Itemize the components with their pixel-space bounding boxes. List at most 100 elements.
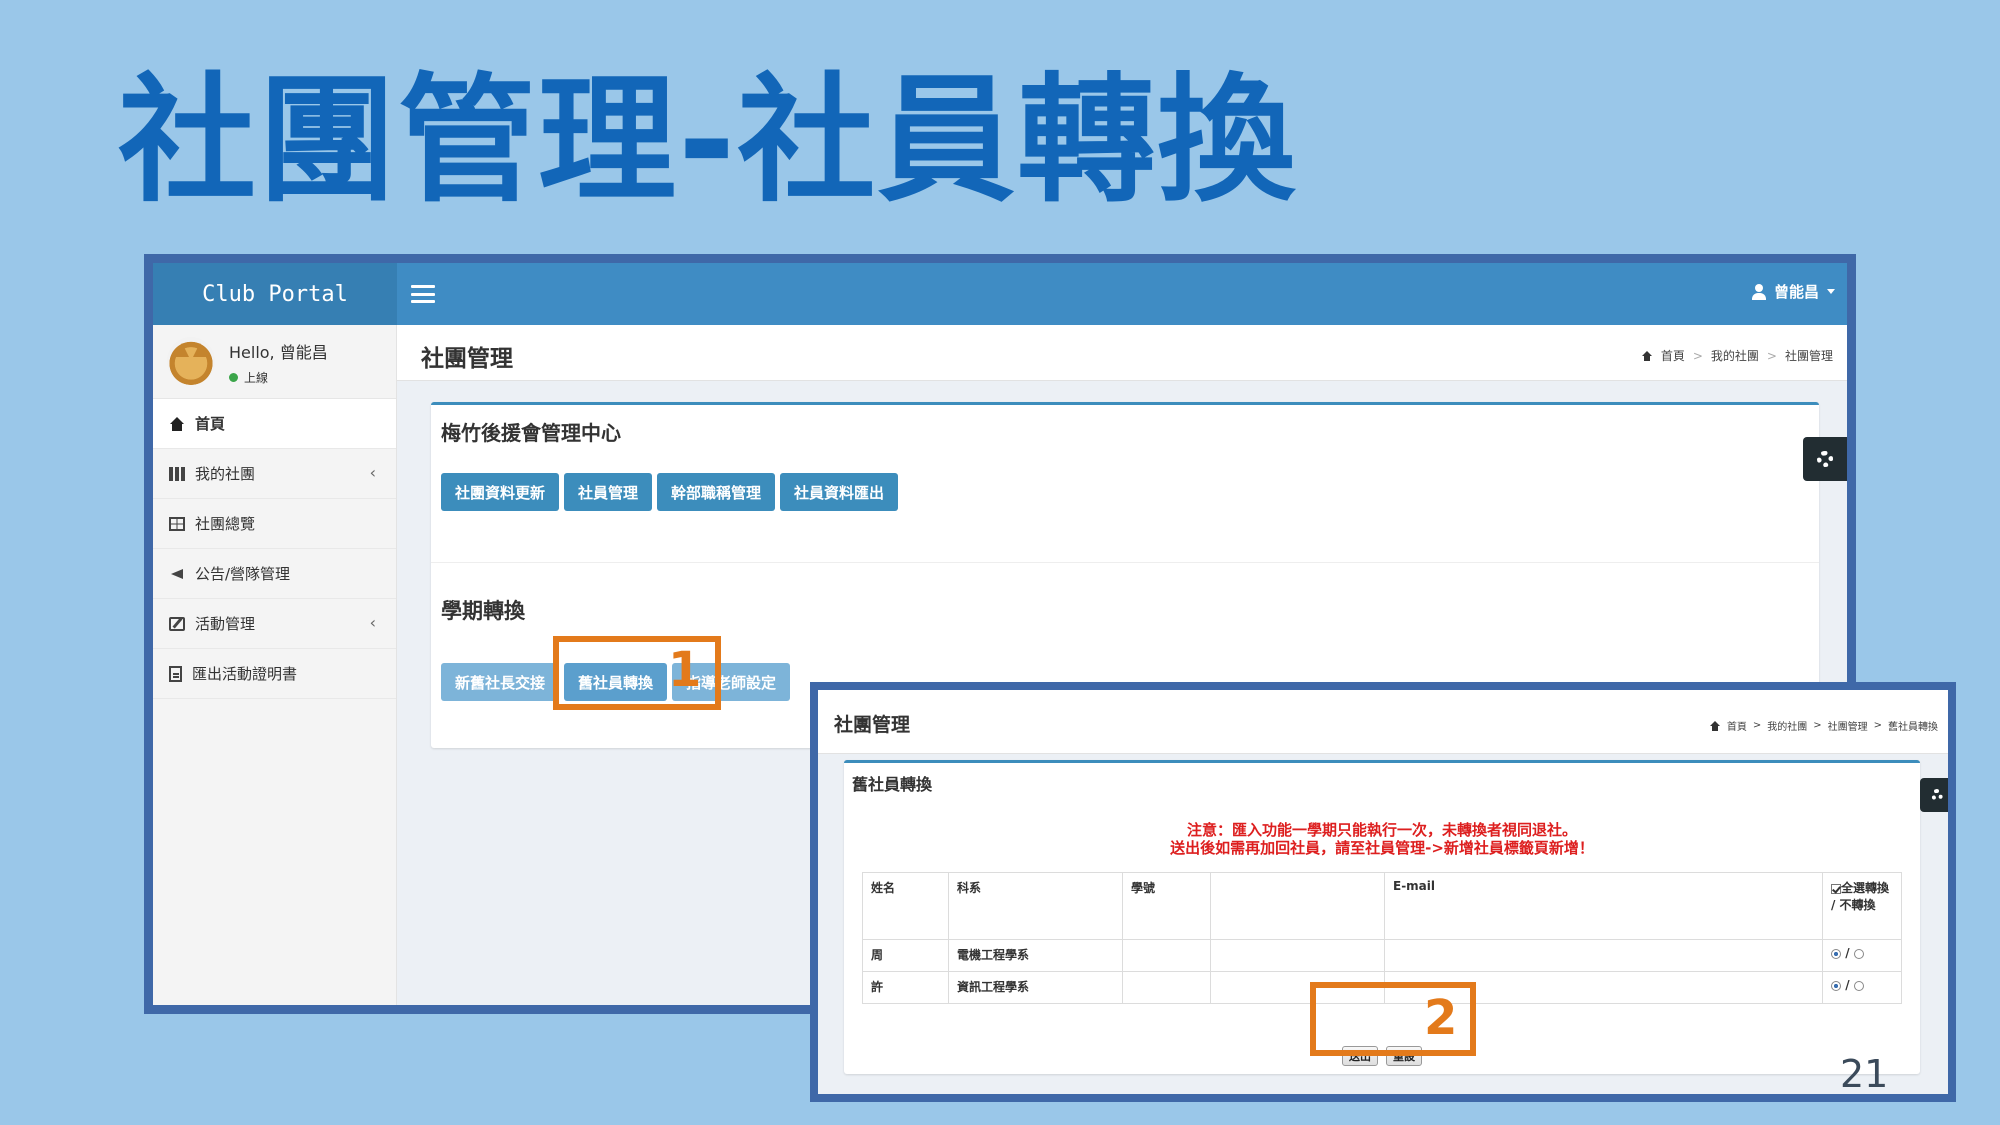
home-icon bbox=[1709, 720, 1721, 731]
member-management-button[interactable]: 社員管理 bbox=[564, 473, 653, 511]
breadcrumb-separator: > bbox=[1692, 348, 1703, 363]
club-info-update-button[interactable]: 社團資料更新 bbox=[441, 473, 560, 511]
notice-line: 送出後如需再加回社員，請至社員管理->新增社員標籤頁新增！ bbox=[1170, 839, 1594, 857]
management-button-row: 社團資料更新 社員管理 幹部職稱管理 社員資料匯出 bbox=[441, 473, 899, 511]
hello-text: Hello, 曾能昌 bbox=[229, 343, 328, 362]
chevron-left-icon: ‹ bbox=[369, 613, 376, 632]
divider bbox=[431, 562, 1819, 563]
sidebar-item-label: 首頁 bbox=[195, 415, 226, 433]
notice-text: 注意：匯入功能一學期只能執行一次，未轉換者視同退社。 送出後如需再加回社員，請至… bbox=[844, 821, 1920, 857]
sidebar-item-label: 公告/營隊管理 bbox=[195, 565, 291, 583]
col-blank bbox=[1210, 872, 1385, 940]
edit-icon bbox=[169, 616, 185, 631]
no-transfer-radio[interactable] bbox=[1853, 980, 1864, 991]
radio-separator: / bbox=[1845, 946, 1850, 960]
breadcrumb-separator: > bbox=[1873, 720, 1882, 731]
slide-title: 社團管理-社員轉換 bbox=[118, 60, 1298, 221]
grid-icon bbox=[169, 466, 185, 481]
member-export-button[interactable]: 社員資料匯出 bbox=[780, 473, 899, 511]
settings-tab[interactable] bbox=[1803, 437, 1847, 481]
home-icon bbox=[169, 416, 185, 431]
cell-email bbox=[1384, 939, 1823, 972]
box-title: 梅竹後援會管理中心 bbox=[441, 421, 621, 445]
breadcrumb-item[interactable]: 社團管理 bbox=[1828, 718, 1868, 733]
content-header: 社團管理 首頁 > 我的社團 > 社團管理 > 舊社員轉換 bbox=[818, 690, 1948, 754]
sidebar-item-export-certificates[interactable]: 匯出活動證明書 bbox=[153, 649, 396, 699]
bullhorn-icon bbox=[169, 567, 185, 581]
callout-number-1: 1 bbox=[668, 642, 702, 698]
transfer-radio[interactable] bbox=[1831, 980, 1841, 991]
cell-transfer-toggle: / bbox=[1822, 939, 1902, 972]
online-dot-icon bbox=[229, 373, 238, 382]
select-all-checkbox[interactable] bbox=[1831, 883, 1841, 894]
menu-toggle-icon[interactable] bbox=[409, 281, 437, 307]
chevron-left-icon: ‹ bbox=[369, 463, 376, 482]
settings-tab[interactable] bbox=[1920, 778, 1948, 812]
sidebar-item-label: 社團總覽 bbox=[195, 515, 256, 533]
user-menu-name: 曾能昌 bbox=[1773, 283, 1819, 301]
sidebar-item-announcements[interactable]: 公告/營隊管理 bbox=[153, 549, 396, 599]
callout-number-2: 2 bbox=[1424, 990, 1458, 1046]
breadcrumb: 首頁 > 我的社團 > 社團管理 bbox=[1641, 347, 1833, 364]
gear-icon bbox=[1817, 451, 1833, 467]
cell-name: 許 bbox=[862, 971, 949, 1004]
breadcrumb-item: 舊社員轉換 bbox=[1888, 722, 1938, 733]
radio-separator: / bbox=[1845, 978, 1850, 992]
breadcrumb-item: 社團管理 bbox=[1784, 349, 1833, 363]
cell-department: 資訊工程學系 bbox=[948, 971, 1123, 1004]
cell-department: 電機工程學系 bbox=[948, 939, 1123, 972]
box-title: 舊社員轉換 bbox=[852, 775, 933, 794]
sidebar: Hello, 曾能昌 上線 首頁 我的社團 ‹ 社團總覽 公告/營隊管理 活動管… bbox=[153, 325, 397, 1005]
breadcrumb-separator: > bbox=[1752, 720, 1762, 731]
sidebar-item-home[interactable]: 首頁 bbox=[153, 399, 396, 449]
col-transfer-toggle: 全選轉換 / 不轉換 bbox=[1822, 872, 1902, 940]
breadcrumb-item[interactable]: 首頁 bbox=[1727, 718, 1747, 733]
caret-down-icon bbox=[1827, 289, 1835, 294]
user-icon bbox=[1751, 283, 1766, 300]
notice-line: 注意：匯入功能一學期只能執行一次，未轉換者視同退社。 bbox=[1186, 821, 1577, 839]
no-transfer-radio[interactable] bbox=[1853, 948, 1864, 959]
user-panel: Hello, 曾能昌 上線 bbox=[153, 325, 396, 399]
table-header-row: 姓名 科系 學號 E-mail 全選轉換 / 不轉換 bbox=[862, 872, 1902, 940]
cell-name: 周 bbox=[862, 939, 949, 972]
status-label: 上線 bbox=[244, 371, 269, 385]
sidebar-item-label: 匯出活動證明書 bbox=[192, 665, 298, 683]
breadcrumb-separator: > bbox=[1766, 348, 1777, 363]
breadcrumb-item[interactable]: 我的社團 bbox=[1711, 347, 1759, 364]
cell-student-id bbox=[1122, 971, 1211, 1004]
officer-title-button[interactable]: 幹部職稱管理 bbox=[657, 473, 776, 511]
content-header: 社團管理 首頁 > 我的社團 > 社團管理 bbox=[397, 325, 1847, 381]
breadcrumb-item[interactable]: 我的社團 bbox=[1767, 718, 1807, 733]
transfer-radio[interactable] bbox=[1831, 948, 1841, 959]
online-status: 上線 bbox=[229, 369, 328, 386]
sidebar-item-label: 我的社團 bbox=[195, 465, 256, 483]
section-title: 學期轉換 bbox=[441, 599, 525, 623]
page-number: 21 bbox=[1840, 1052, 1889, 1096]
cell-student-id bbox=[1122, 939, 1211, 972]
cell-transfer-toggle: / bbox=[1822, 971, 1902, 1004]
table-row: 周 電機工程學系 / bbox=[862, 939, 1902, 972]
page-title: 社團管理 bbox=[834, 714, 911, 736]
breadcrumb-item[interactable]: 首頁 bbox=[1661, 347, 1685, 364]
home-icon bbox=[1641, 350, 1653, 361]
sidebar-item-club-overview[interactable]: 社團總覽 bbox=[153, 499, 396, 549]
page-title: 社團管理 bbox=[421, 346, 513, 372]
gear-icon bbox=[1931, 789, 1943, 801]
top-navbar: Club Portal 曾能昌 bbox=[153, 263, 1847, 325]
col-email: E-mail bbox=[1384, 872, 1823, 940]
sidebar-item-label: 活動管理 bbox=[195, 615, 256, 633]
user-menu[interactable]: 曾能昌 bbox=[1751, 281, 1835, 302]
brand-logo[interactable]: Club Portal bbox=[153, 263, 397, 325]
breadcrumb: 首頁 > 我的社團 > 社團管理 > 舊社員轉換 bbox=[1709, 718, 1938, 733]
president-handover-button[interactable]: 新舊社長交接 bbox=[441, 663, 560, 701]
avatar bbox=[167, 337, 215, 385]
table-icon bbox=[169, 516, 185, 531]
col-name: 姓名 bbox=[862, 872, 949, 940]
breadcrumb-separator: > bbox=[1813, 720, 1822, 731]
col-department: 科系 bbox=[948, 872, 1123, 940]
col-student-id: 學號 bbox=[1122, 872, 1211, 940]
sidebar-item-activities[interactable]: 活動管理 ‹ bbox=[153, 599, 396, 649]
document-icon bbox=[169, 665, 182, 682]
sidebar-item-my-clubs[interactable]: 我的社團 ‹ bbox=[153, 449, 396, 499]
cell-blank bbox=[1210, 939, 1385, 972]
